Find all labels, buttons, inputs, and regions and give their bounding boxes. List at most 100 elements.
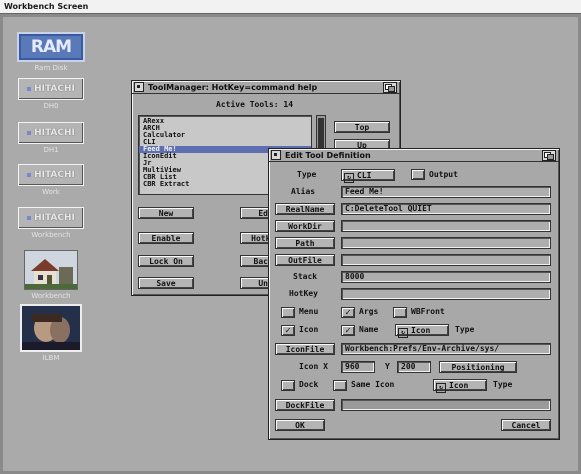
dock-label: Dock [299, 380, 319, 389]
menu-label: Menu [299, 307, 319, 316]
alias-label: Alias [291, 187, 316, 196]
screen-title-bar: Workbench Screen [0, 0, 581, 14]
ram-disk-image: RAM [17, 32, 85, 62]
drive-led-icon [27, 172, 32, 177]
dockfile-field[interactable] [341, 399, 551, 411]
hard-drive-label: Work [42, 188, 60, 196]
cycle-icon: ↻ [436, 383, 446, 393]
same-icon-checkbox[interactable] [333, 380, 347, 391]
icon-y-field[interactable]: 200 [397, 361, 431, 373]
icon-type-cycle[interactable]: ↻ Icon [395, 324, 449, 338]
drive-led-icon [27, 86, 32, 91]
enable-button[interactable]: Enable [138, 232, 194, 244]
positioning-button[interactable]: Positioning [439, 361, 517, 373]
hard-drive-image: HITACHI [18, 122, 84, 144]
type-cycle[interactable]: ↻ CLI [341, 169, 395, 183]
hard-drive-brand: HITACHI [34, 128, 75, 138]
house-picture-icon [24, 250, 78, 290]
icon-checkbox[interactable]: ✓ [281, 325, 295, 336]
depth-arrange-icon[interactable] [383, 81, 397, 93]
drive-led-icon [27, 130, 32, 135]
icon-label: Icon [299, 325, 319, 334]
ram-disk-icon[interactable]: RAM Ram Disk [16, 32, 86, 72]
outfile-field[interactable] [341, 254, 551, 266]
stack-label: Stack [293, 272, 318, 281]
edit-tool-window[interactable]: Edit Tool Definition Type ↻ CLI Output Al… [268, 148, 560, 440]
output-checkbox[interactable] [411, 169, 425, 180]
hard-drive-image: HITACHI [18, 78, 84, 100]
icon-x-label: Icon X [299, 362, 328, 371]
hard-drive-label: DH1 [43, 146, 59, 154]
icon-y-label: Y [385, 362, 390, 371]
stack-field[interactable]: 8000 [341, 271, 551, 283]
wbfront-label: WBFront [411, 307, 445, 316]
screen-title: Workbench Screen [4, 2, 89, 11]
drive-led-icon [27, 215, 32, 220]
hard-drive-label: Workbench [31, 231, 71, 239]
iconfile-field[interactable]: Workbench:Prefs/Env-Archive/sys/ [341, 343, 551, 355]
edit-tool-title: Edit Tool Definition [285, 150, 371, 160]
cycle-icon: ↻ [398, 328, 408, 338]
depth-arrange-icon[interactable] [542, 149, 556, 161]
hard-drive-brand: HITACHI [34, 84, 75, 94]
name-label: Name [359, 325, 379, 334]
same-icon-label: Same Icon [351, 380, 395, 389]
active-tools-count: Active Tools: 14 [216, 100, 294, 109]
hard-drive-icon-dh1[interactable]: HITACHI DH1 [16, 122, 86, 154]
picture-icon-house[interactable]: Workbench [16, 250, 86, 300]
picture-icon-photo[interactable]: ILBM [16, 304, 86, 362]
iconfile-button[interactable]: IconFile [275, 343, 335, 355]
type-label: Type [297, 170, 317, 179]
picture-label: ILBM [42, 354, 60, 362]
cancel-button[interactable]: Cancel [501, 419, 551, 431]
icon-type-cycle-value: Icon [411, 326, 431, 335]
wbfront-checkbox[interactable] [393, 307, 407, 318]
hard-drive-image: HITACHI [18, 207, 84, 229]
hard-drive-icon-dh0[interactable]: HITACHI DH0 [16, 78, 86, 110]
hard-drive-icon-work[interactable]: HITACHI Work [16, 164, 86, 196]
type-cycle-value: CLI [357, 171, 372, 180]
ram-disk-label: Ram Disk [34, 64, 68, 72]
picture-label: Workbench [31, 292, 71, 300]
hotkey-label: HotKey [289, 289, 318, 298]
hard-drive-image: HITACHI [18, 164, 84, 186]
path-field[interactable] [341, 237, 551, 249]
cycle-icon: ↻ [344, 173, 354, 183]
hard-drive-icon-workbench[interactable]: HITACHI Workbench [16, 207, 86, 239]
dock-checkbox[interactable] [281, 380, 295, 391]
close-icon[interactable] [134, 82, 144, 92]
name-checkbox[interactable]: ✓ [341, 325, 355, 336]
photo-picture-icon [20, 304, 82, 352]
args-label: Args [359, 307, 379, 316]
edit-tool-title-bar[interactable]: Edit Tool Definition [269, 149, 559, 162]
realname-field[interactable]: C:DeleteTool QUIET [341, 203, 551, 215]
save-button[interactable]: Save [138, 277, 194, 289]
dock-type-cycle-value: Icon [449, 381, 469, 390]
workdir-button[interactable]: WorkDir [275, 220, 335, 232]
outfile-button[interactable]: OutFile [275, 254, 335, 266]
hard-drive-label: DH0 [43, 102, 59, 110]
realname-button[interactable]: RealName [275, 203, 335, 215]
menu-checkbox[interactable] [281, 307, 295, 318]
tool-list-item[interactable]: ARexx [139, 118, 311, 125]
toolmanager-title: ToolManager: HotKey=command help [148, 82, 318, 92]
dock-type-label: Type [493, 380, 513, 389]
output-label: Output [429, 170, 458, 179]
dock-type-cycle[interactable]: ↻ Icon [433, 379, 487, 393]
hotkey-field[interactable] [341, 288, 551, 300]
close-icon[interactable] [271, 150, 281, 160]
alias-field[interactable]: Feed Me! [341, 186, 551, 198]
hard-drive-brand: HITACHI [34, 170, 75, 180]
new-button[interactable]: New [138, 207, 194, 219]
tool-list-item[interactable]: Calculator [139, 132, 311, 139]
args-checkbox[interactable]: ✓ [341, 307, 355, 318]
toolmanager-title-bar[interactable]: ToolManager: HotKey=command help [132, 81, 400, 94]
top-button[interactable]: Top [334, 121, 390, 133]
dockfile-button[interactable]: DockFile [275, 399, 335, 411]
path-button[interactable]: Path [275, 237, 335, 249]
workdir-field[interactable] [341, 220, 551, 232]
icon-x-field[interactable]: 960 [341, 361, 375, 373]
ok-button[interactable]: OK [275, 419, 325, 431]
lock-on-button[interactable]: Lock On [138, 255, 194, 267]
icon-type-label: Type [455, 325, 475, 334]
